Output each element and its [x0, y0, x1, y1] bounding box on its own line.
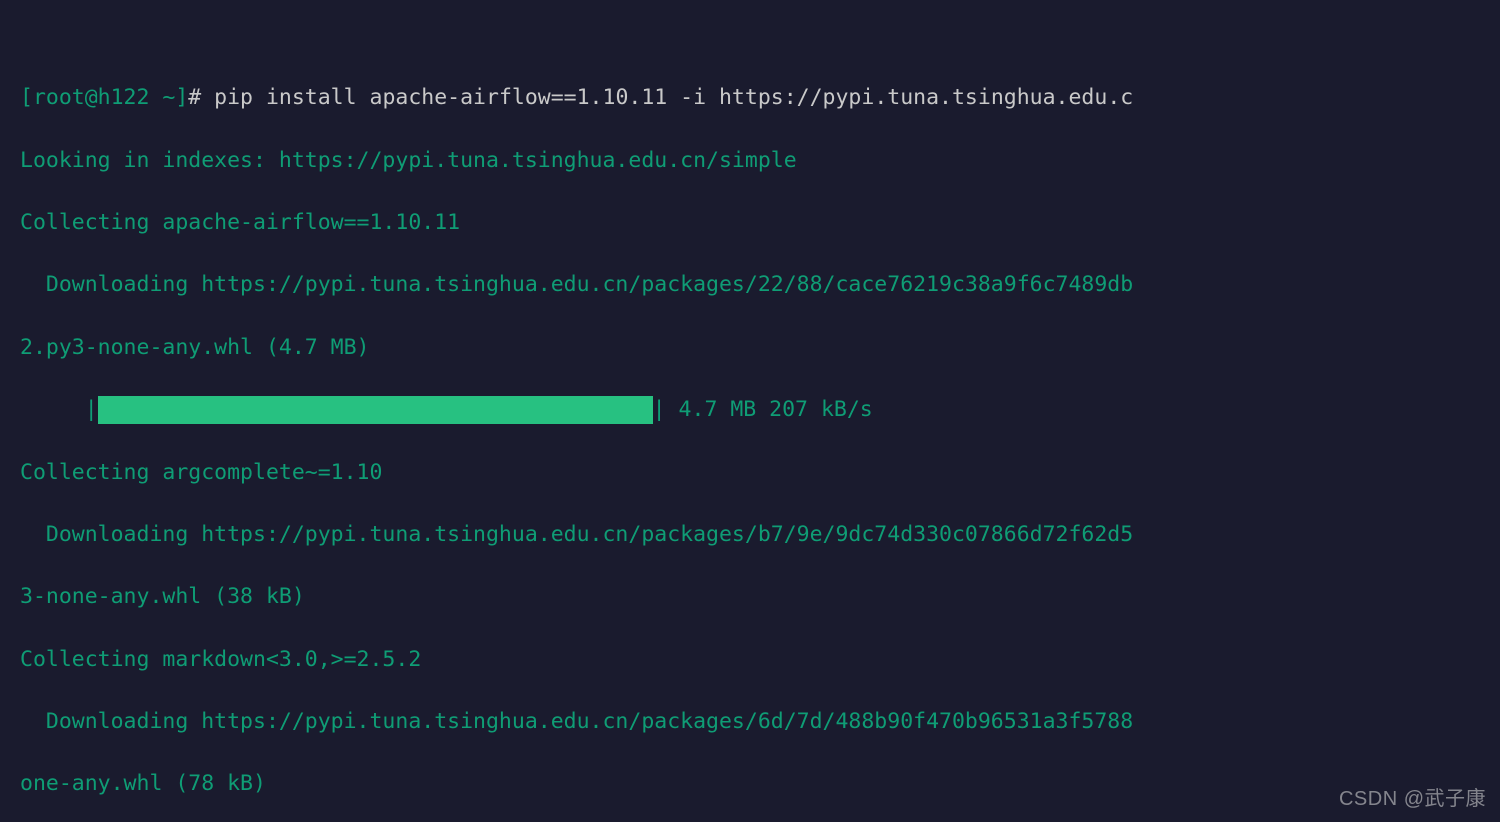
progress-bar-stats: | 4.7 MB 207 kB/s [653, 394, 873, 425]
output-line: Looking in indexes: https://pypi.tuna.ts… [20, 145, 1482, 176]
output-line: one-any.whl (78 kB) [20, 768, 1482, 799]
prompt-user-host: [root@h122 ~] [20, 85, 188, 110]
output-line: Collecting argcomplete~=1.10 [20, 457, 1482, 488]
output-line: 2.py3-none-any.whl (4.7 MB) [20, 332, 1482, 363]
output-line: Downloading https://pypi.tuna.tsinghua.e… [20, 269, 1482, 300]
output-line: Downloading https://pypi.tuna.tsinghua.e… [20, 706, 1482, 737]
watermark-text: CSDN @武子康 [1339, 785, 1486, 814]
output-line: Collecting markdown<3.0,>=2.5.2 [20, 644, 1482, 675]
prompt-hash: # [188, 85, 214, 110]
progress-bar-row: | | 4.7 MB 207 kB/s [20, 394, 1482, 425]
progress-bar-fill [98, 396, 653, 424]
output-line: 3-none-any.whl (38 kB) [20, 581, 1482, 612]
prompt-line: [root@h122 ~]# pip install apache-airflo… [20, 82, 1482, 113]
command-text: pip install apache-airflow==1.10.11 -i h… [214, 85, 1133, 110]
progress-bar-lead: | [20, 394, 98, 425]
output-line: Collecting apache-airflow==1.10.11 [20, 207, 1482, 238]
output-line: Downloading https://pypi.tuna.tsinghua.e… [20, 519, 1482, 550]
terminal-window[interactable]: [root@h122 ~]# pip install apache-airflo… [0, 0, 1500, 822]
